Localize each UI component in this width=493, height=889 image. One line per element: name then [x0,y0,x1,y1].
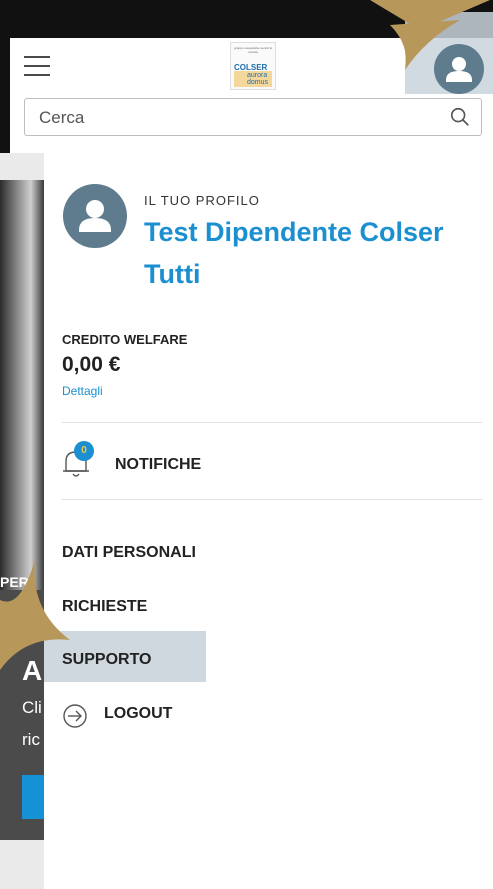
menu-item-personal-data[interactable]: DATI PERSONALI [62,544,196,562]
notification-count-badge: 0 [74,441,94,461]
welfare-label: CREDITO WELFARE [62,332,188,347]
avatar [63,184,127,248]
search-bar [24,98,482,136]
hamburger-icon[interactable] [24,54,50,76]
profile-button[interactable] [434,44,484,94]
colser-logo[interactable]: gruppo cooperativo servizi & società COL… [230,42,276,90]
logo-subbrand: aurora domus [247,72,269,86]
search-icon[interactable] [449,106,471,128]
search-input[interactable] [37,107,441,129]
background-text-fragment: ric [22,730,40,749]
notifications-label: NOTIFICHE [115,456,202,473]
profile-kicker: IL TUO PROFILO [144,193,260,208]
logout-icon[interactable] [62,703,88,729]
logo-brand: COLSER [234,63,268,72]
welfare-amount: 0,00 € [62,353,121,376]
welfare-details-link[interactable]: Dettagli [62,384,103,398]
menu-item-requests[interactable]: RICHIESTE [62,598,147,616]
menu-item-support[interactable]: SUPPORTO [62,651,152,669]
menu-item-logout[interactable]: LOGOUT [104,705,172,723]
divider [62,422,482,423]
background-cta-button[interactable] [22,775,44,819]
logo-tagline: gruppo cooperativo servizi & società [234,46,272,54]
user-icon [446,57,472,82]
notifications-item[interactable]: 0 NOTIFICHE [62,441,482,489]
user-name[interactable]: Test Dipendente Colser Tutti [144,211,474,295]
background-text-fragment: Cli [22,698,42,717]
divider [62,499,482,500]
background-hero-photo [0,180,44,600]
profile-drawer: IL TUO PROFILO Test Dipendente Colser Tu… [44,153,493,889]
sparkle-decoration [0,560,70,670]
user-icon [79,200,111,232]
